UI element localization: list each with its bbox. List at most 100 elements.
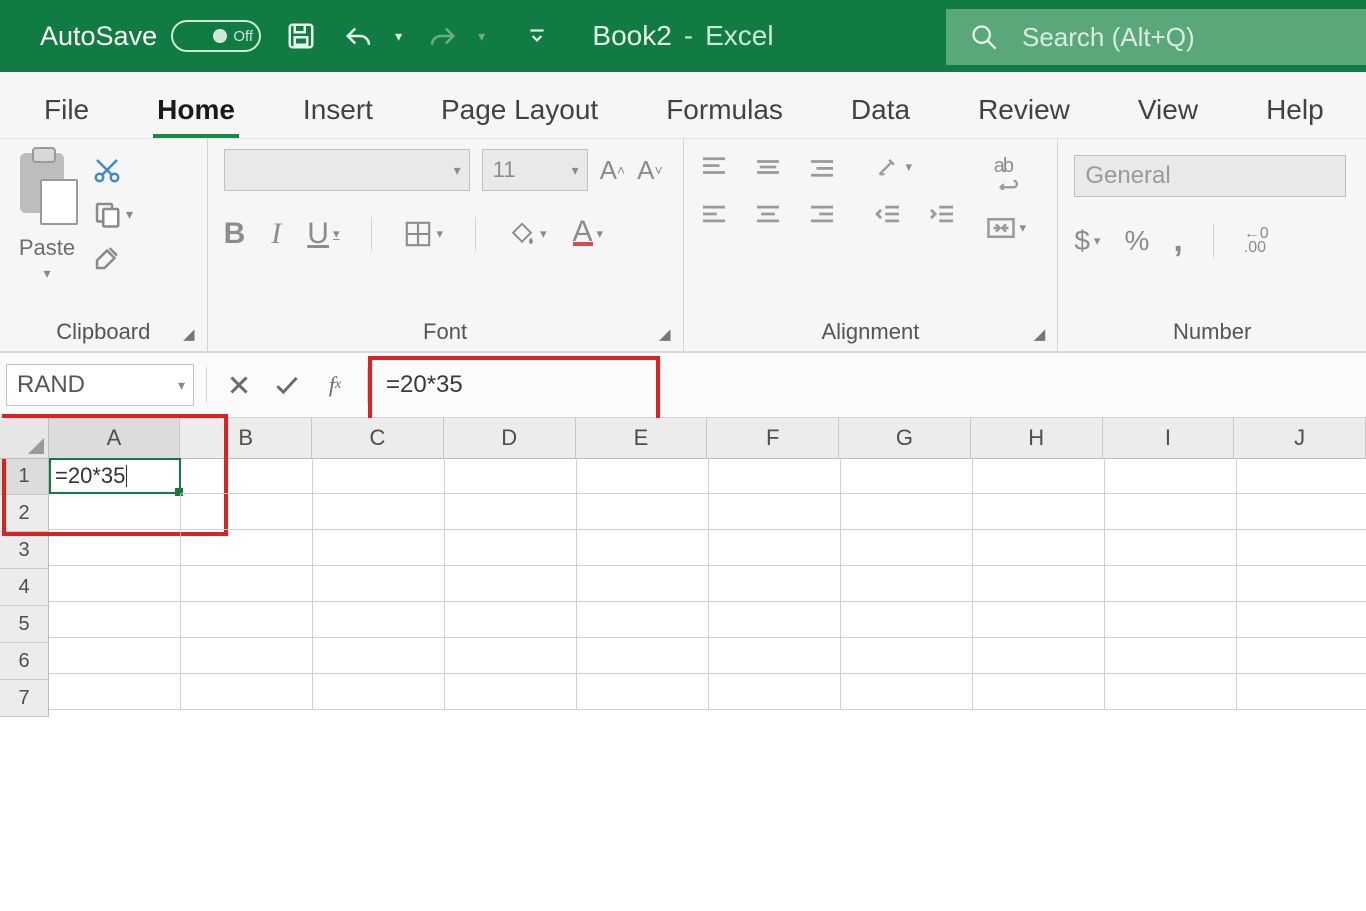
autosave-switch[interactable]: Off — [171, 20, 261, 52]
align-center-icon[interactable] — [754, 203, 782, 225]
redo-icon[interactable] — [424, 23, 460, 49]
cell-e2[interactable] — [577, 494, 709, 530]
cell-a4[interactable] — [49, 566, 181, 602]
cell-c5[interactable] — [313, 602, 445, 638]
autosave-toggle[interactable]: AutoSave Off — [40, 20, 261, 52]
grow-font-icon[interactable]: A˄ — [600, 155, 626, 186]
tab-formulas[interactable]: Formulas — [662, 80, 787, 138]
cell-i3[interactable] — [1105, 530, 1237, 566]
cell-h4[interactable] — [973, 566, 1105, 602]
cell-f3[interactable] — [709, 530, 841, 566]
cell-d4[interactable] — [445, 566, 577, 602]
increase-decimal-icon[interactable]: ←0.00 — [1244, 227, 1269, 255]
copy-icon[interactable]: ▾ — [92, 199, 133, 229]
cell-j6[interactable] — [1237, 638, 1366, 674]
cell-j1[interactable] — [1237, 458, 1366, 494]
cell-e5[interactable] — [577, 602, 709, 638]
cell-b1[interactable] — [181, 458, 313, 494]
cell-e7[interactable] — [577, 674, 709, 710]
row-header-7[interactable]: 7 — [0, 680, 49, 717]
cell-b7[interactable] — [181, 674, 313, 710]
row-header-3[interactable]: 3 — [0, 532, 49, 569]
tab-review[interactable]: Review — [974, 80, 1074, 138]
row-header-1[interactable]: 1 — [0, 458, 49, 495]
col-header-e[interactable]: E — [576, 418, 708, 459]
cell-i1[interactable] — [1105, 458, 1237, 494]
cell-b2[interactable] — [181, 494, 313, 530]
paste-button[interactable]: Paste ▾ — [16, 149, 78, 282]
cell-h6[interactable] — [973, 638, 1105, 674]
orientation-icon[interactable]: ▾ — [874, 155, 913, 179]
cell-b6[interactable] — [181, 638, 313, 674]
tab-help[interactable]: Help — [1262, 80, 1328, 138]
name-box-dropdown-icon[interactable]: ▾ — [178, 377, 185, 394]
name-box[interactable]: RAND ▾ — [6, 364, 194, 406]
cell-f5[interactable] — [709, 602, 841, 638]
col-header-c[interactable]: C — [312, 418, 444, 459]
cell-g6[interactable] — [841, 638, 973, 674]
row-header-4[interactable]: 4 — [0, 569, 49, 606]
clipboard-launcher-icon[interactable]: ◢ — [183, 325, 195, 343]
customize-qat-icon[interactable] — [519, 25, 555, 47]
cell-e1[interactable] — [577, 458, 709, 494]
cell-f6[interactable] — [709, 638, 841, 674]
col-header-h[interactable]: H — [971, 418, 1103, 459]
select-all-button[interactable] — [0, 418, 49, 459]
cell-f2[interactable] — [709, 494, 841, 530]
cell-d7[interactable] — [445, 674, 577, 710]
cell-j7[interactable] — [1237, 674, 1366, 710]
cell-g5[interactable] — [841, 602, 973, 638]
row-header-2[interactable]: 2 — [0, 495, 49, 532]
cell-j3[interactable] — [1237, 530, 1366, 566]
font-size-combo[interactable]: 11 ▾ — [482, 149, 588, 191]
fill-color-icon[interactable]: ▾ — [508, 220, 547, 248]
cell-b3[interactable] — [181, 530, 313, 566]
cell-g7[interactable] — [841, 674, 973, 710]
decrease-indent-icon[interactable] — [874, 203, 902, 225]
font-color-icon[interactable]: A ▾ — [573, 222, 604, 246]
cell-c2[interactable] — [313, 494, 445, 530]
col-header-b[interactable]: B — [180, 418, 312, 459]
tab-data[interactable]: Data — [847, 80, 914, 138]
cell-i6[interactable] — [1105, 638, 1237, 674]
cell-d5[interactable] — [445, 602, 577, 638]
cell-g4[interactable] — [841, 566, 973, 602]
cell-j2[interactable] — [1237, 494, 1366, 530]
cell-a1[interactable]: =20*35 — [49, 458, 181, 494]
increase-indent-icon[interactable] — [928, 203, 956, 225]
cell-a6[interactable] — [49, 638, 181, 674]
cell-d1[interactable] — [445, 458, 577, 494]
paste-dropdown-icon[interactable]: ▾ — [43, 265, 50, 282]
cell-d3[interactable] — [445, 530, 577, 566]
cell-h5[interactable] — [973, 602, 1105, 638]
row-header-6[interactable]: 6 — [0, 643, 49, 680]
cell-f7[interactable] — [709, 674, 841, 710]
undo-dropdown-icon[interactable]: ▾ — [395, 28, 402, 45]
col-header-i[interactable]: I — [1103, 418, 1235, 459]
col-header-a[interactable]: A — [49, 418, 181, 459]
align-left-icon[interactable] — [700, 203, 728, 225]
font-name-combo[interactable]: ▾ — [224, 149, 470, 191]
wrap-text-icon[interactable]: ab — [994, 155, 1018, 190]
cell-c7[interactable] — [313, 674, 445, 710]
align-right-icon[interactable] — [808, 203, 836, 225]
cell-g1[interactable] — [841, 458, 973, 494]
cancel-entry-icon[interactable] — [219, 365, 259, 405]
cell-g3[interactable] — [841, 530, 973, 566]
cell-i5[interactable] — [1105, 602, 1237, 638]
font-launcher-icon[interactable]: ◢ — [659, 325, 671, 343]
col-header-d[interactable]: D — [444, 418, 576, 459]
cell-i4[interactable] — [1105, 566, 1237, 602]
cell-h7[interactable] — [973, 674, 1105, 710]
undo-icon[interactable] — [341, 23, 377, 49]
merge-center-icon[interactable]: ▾ — [986, 216, 1027, 240]
cell-d6[interactable] — [445, 638, 577, 674]
comma-format-icon[interactable]: , — [1173, 221, 1182, 260]
insert-function-icon[interactable]: fx — [315, 365, 355, 405]
percent-format-icon[interactable]: % — [1124, 225, 1149, 257]
cell-a2[interactable] — [49, 494, 181, 530]
cell-b5[interactable] — [181, 602, 313, 638]
cell-a3[interactable] — [49, 530, 181, 566]
cell-g2[interactable] — [841, 494, 973, 530]
number-format-combo[interactable]: General — [1074, 155, 1346, 197]
